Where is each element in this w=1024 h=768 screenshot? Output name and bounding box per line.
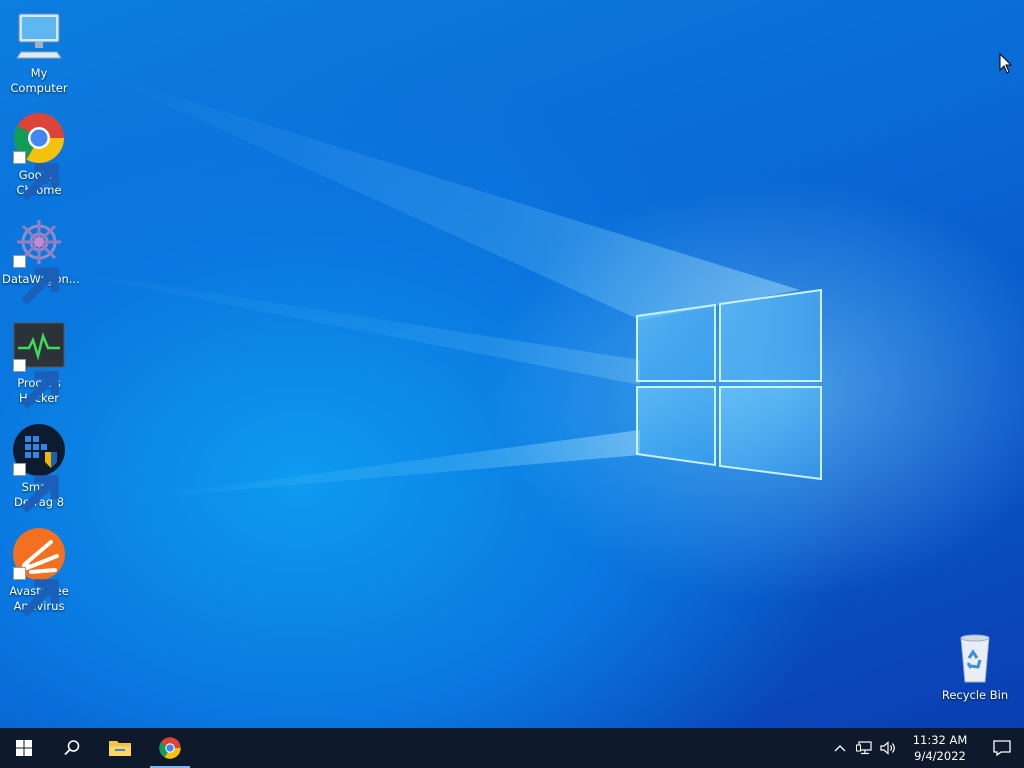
computer-icon	[16, 13, 62, 59]
network-icon	[856, 741, 872, 755]
shortcut-arrow-icon	[13, 255, 59, 305]
search-icon	[64, 740, 80, 756]
windows-logo-wallpaper	[636, 288, 822, 481]
shortcut-arrow-icon	[13, 151, 59, 201]
taskbar-google-chrome[interactable]	[146, 728, 194, 768]
mouse-cursor-icon	[999, 53, 1013, 74]
volume-button[interactable]	[876, 728, 900, 768]
desktop-icon-process-hacker[interactable]: Process Hacker	[0, 318, 78, 409]
show-hidden-icons-button[interactable]	[828, 728, 852, 768]
desktop-icon-label: Recycle Bin	[941, 688, 1009, 702]
system-tray: 11:32 AM 9/4/2022	[828, 728, 1024, 768]
action-center-button[interactable]	[980, 728, 1024, 768]
desktop-icon-label: My Computer	[10, 66, 68, 95]
desktop-icon-recycle-bin[interactable]: Recycle Bin	[936, 630, 1014, 703]
desktop-icon-avast[interactable]: Avast Free Antivirus	[0, 526, 78, 617]
desktop-wallpaper	[0, 0, 1024, 728]
clock-date: 9/4/2022	[914, 749, 966, 763]
taskbar-clock[interactable]: 11:32 AM 9/4/2022	[904, 732, 976, 764]
recycle-bin-icon	[960, 634, 990, 683]
windows-start-icon	[16, 740, 32, 756]
chevron-up-icon	[834, 745, 846, 752]
volume-icon	[880, 741, 895, 755]
clock-time: 11:32 AM	[912, 733, 968, 747]
search-button[interactable]	[48, 728, 96, 768]
shortcut-arrow-icon	[13, 567, 59, 617]
notification-icon	[993, 740, 1011, 756]
desktop-icon-my-computer[interactable]: My Computer	[0, 8, 78, 96]
shortcut-arrow-icon	[13, 359, 59, 409]
chrome-icon	[159, 737, 181, 759]
taskbar: 11:32 AM 9/4/2022	[0, 728, 1024, 768]
folder-icon	[109, 741, 131, 756]
network-button[interactable]	[852, 728, 876, 768]
shortcut-arrow-icon	[13, 463, 59, 513]
desktop-icon-smart-defrag[interactable]: Smart Defrag 8	[0, 422, 78, 513]
taskbar-file-explorer[interactable]	[96, 728, 144, 768]
desktop-icon-google-chrome[interactable]: Google Chrome	[0, 110, 78, 201]
start-button[interactable]	[0, 728, 48, 768]
desktop-icon-datawagon[interactable]: DataWagon...	[0, 214, 80, 305]
